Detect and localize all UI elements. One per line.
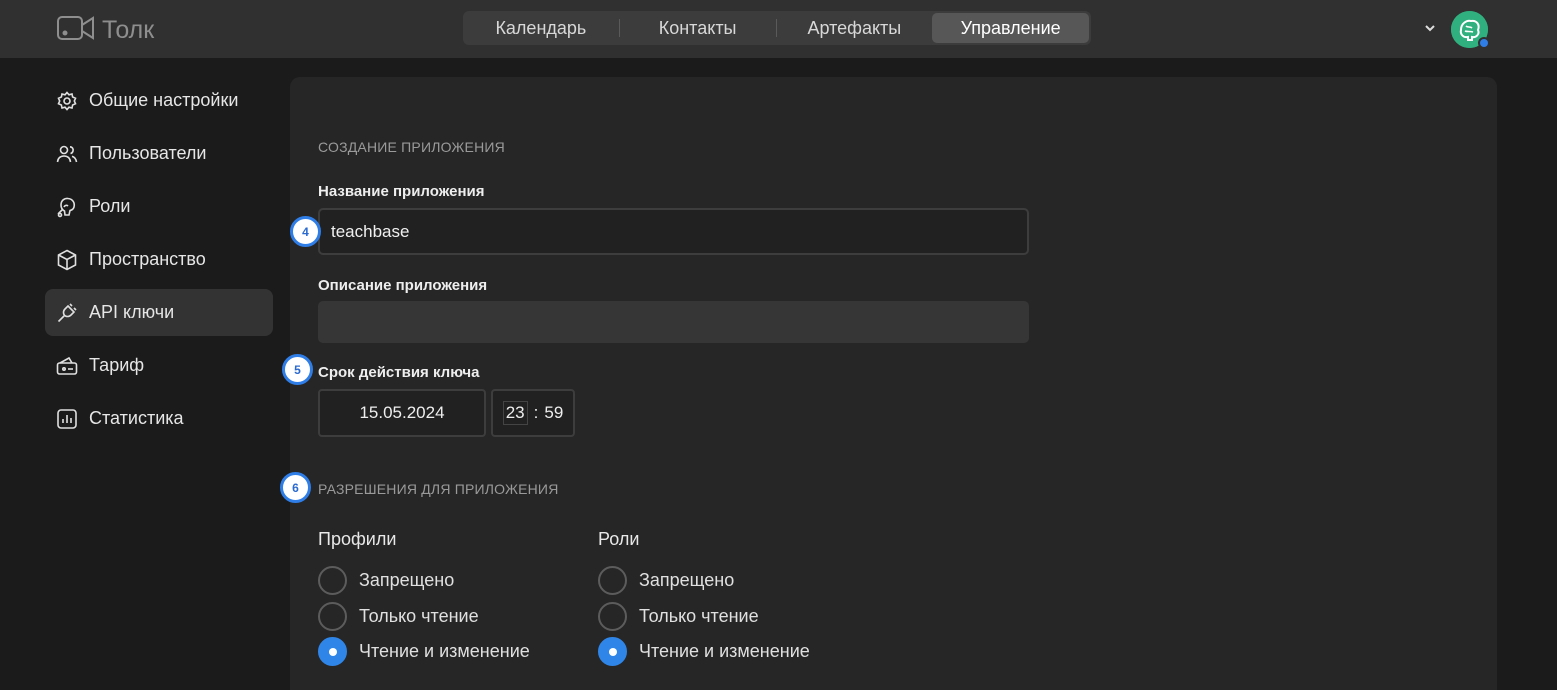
- sidebar-item-tariff[interactable]: Тариф: [45, 342, 273, 389]
- radio-label: Запрещено: [639, 570, 735, 590]
- radio-button-selected[interactable]: [598, 637, 627, 666]
- radio-label: Только чтение: [639, 606, 759, 626]
- expiry-date-input[interactable]: 15.05.2024: [318, 389, 486, 437]
- key-expiry-label: Срок действия ключа: [318, 364, 480, 381]
- radio-button[interactable]: [598, 602, 627, 631]
- app-logo[interactable]: Толк: [56, 14, 154, 47]
- plug-icon: [57, 302, 77, 322]
- radio-button[interactable]: [598, 566, 627, 595]
- section-title-permissions: РАЗРЕШЕНИЯ ДЛЯ ПРИЛОЖЕНИЯ: [318, 481, 559, 497]
- radio-profiles-read-only[interactable]: Только чтение: [318, 602, 479, 631]
- section-title-create-app: СОЗДАНИЕ ПРИЛОЖЕНИЯ: [318, 139, 505, 155]
- sidebar-item-space[interactable]: Пространство: [45, 236, 273, 283]
- radio-roles-read-only[interactable]: Только чтение: [598, 602, 759, 631]
- sidebar-item-label: Роли: [89, 196, 131, 216]
- radio-button[interactable]: [318, 602, 347, 631]
- app-name-input[interactable]: teachbase: [318, 208, 1029, 255]
- app-name: Толк: [102, 16, 155, 44]
- sidebar-item-label: Общие настройки: [89, 90, 239, 110]
- radio-profiles-read-write[interactable]: Чтение и изменение: [318, 637, 530, 666]
- radio-label: Чтение и изменение: [639, 641, 810, 661]
- radio-button-selected[interactable]: [318, 637, 347, 666]
- main-panel: [290, 77, 1497, 690]
- app-description-label: Описание приложения: [318, 277, 488, 294]
- expiry-time-input[interactable]: 23 : 59: [491, 389, 575, 437]
- tab-management[interactable]: Управление: [932, 13, 1089, 43]
- roles-icon: [57, 197, 76, 217]
- sidebar-item-label: Тариф: [89, 355, 145, 375]
- radio-roles-forbidden[interactable]: Запрещено: [598, 566, 734, 595]
- app-description-input[interactable]: [318, 301, 1029, 343]
- main-nav-tabs: Календарь Контакты Артефакты Управление: [463, 11, 1091, 45]
- expiry-date-value: 15.05.2024: [359, 403, 445, 422]
- expiry-minutes[interactable]: 59: [544, 403, 563, 423]
- tab-contacts[interactable]: Контакты: [620, 13, 776, 43]
- sidebar-item-roles[interactable]: Роли: [45, 183, 273, 230]
- permission-group-profiles: Профили: [318, 529, 397, 549]
- online-status-dot: [1478, 37, 1490, 49]
- app-name-label: Название приложения: [318, 183, 485, 200]
- step-badge-4: 4: [290, 216, 321, 247]
- radio-profiles-forbidden[interactable]: Запрещено: [318, 566, 454, 595]
- sidebar: Общие настройки Пользователи Роли Простр…: [45, 77, 273, 448]
- radio-roles-read-write[interactable]: Чтение и изменение: [598, 637, 810, 666]
- sidebar-item-label: Пользователи: [89, 143, 207, 163]
- sidebar-item-label: API ключи: [89, 302, 175, 322]
- tariff-icon: [56, 356, 78, 375]
- sidebar-item-general-settings[interactable]: Общие настройки: [45, 77, 273, 124]
- sidebar-item-label: Пространство: [89, 249, 206, 269]
- radio-button[interactable]: [318, 566, 347, 595]
- sidebar-item-label: Статистика: [89, 408, 184, 428]
- stats-icon: [57, 408, 77, 429]
- time-separator: :: [533, 403, 539, 422]
- tab-artifacts[interactable]: Артефакты: [777, 13, 933, 43]
- cube-icon: [57, 249, 77, 270]
- sidebar-item-users[interactable]: Пользователи: [45, 130, 273, 177]
- sidebar-item-api-keys[interactable]: API ключи: [45, 289, 273, 336]
- chevron-down-icon[interactable]: [1424, 20, 1436, 41]
- radio-label: Запрещено: [359, 570, 455, 590]
- app-name-value: teachbase: [331, 221, 410, 241]
- permission-group-roles: Роли: [598, 529, 640, 549]
- tab-calendar[interactable]: Календарь: [463, 13, 619, 43]
- radio-label: Только чтение: [359, 606, 479, 626]
- step-badge-5: 5: [282, 354, 313, 385]
- top-bar: Толк Календарь Контакты Артефакты Управл…: [0, 0, 1557, 58]
- camera-icon: [56, 14, 96, 47]
- step-badge-6: 6: [280, 472, 311, 503]
- sidebar-item-statistics[interactable]: Статистика: [45, 395, 273, 442]
- users-icon: [56, 145, 78, 162]
- radio-label: Чтение и изменение: [359, 641, 530, 661]
- gear-icon: [57, 90, 77, 111]
- expiry-hours[interactable]: 23: [502, 401, 528, 425]
